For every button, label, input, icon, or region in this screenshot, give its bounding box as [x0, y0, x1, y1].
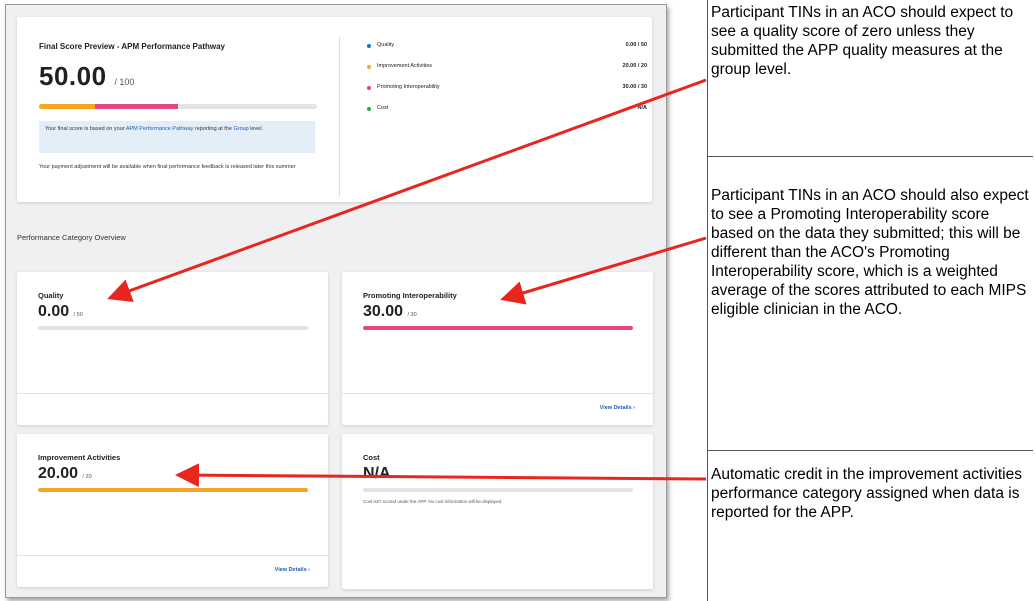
pi-view-details-link[interactable]: View Details ›: [600, 405, 635, 411]
improvement-activities-card-footer: View Details ›: [17, 555, 328, 587]
cost-score: N/A: [363, 465, 391, 482]
quality-card-footer: [17, 393, 328, 425]
promoting-interoperability-dot-icon: [367, 86, 371, 90]
quality-score: 0.00 / 50: [38, 303, 83, 321]
promoting-interoperability-score-number: 30.00: [363, 303, 404, 320]
ia-view-details-link[interactable]: View Details ›: [275, 567, 310, 573]
callout-ia-note: Automatic credit in the improvement acti…: [711, 466, 1022, 521]
cost-title: Cost: [363, 453, 380, 462]
score-breakdown-legend: Quality 0.00 / 50 Improvement Activities…: [367, 41, 647, 125]
final-score-title: Final Score Preview - APM Performance Pa…: [39, 42, 225, 51]
qpp-screenshot: Final Score Preview - APM Performance Pa…: [5, 4, 667, 598]
legend-value: 20.00 / 20: [622, 63, 647, 69]
callout-quality-note: Participant TINs in an ACO should expect…: [711, 4, 1014, 78]
quality-card: Quality 0.00 / 50: [17, 272, 328, 425]
cost-not-scored-note: Cost isn't scored under the APP. No cost…: [363, 499, 503, 504]
quality-score-number: 0.00: [38, 303, 70, 320]
legend-item-cost: Cost N/A: [367, 104, 647, 125]
final-score-bar-ia-segment: [39, 104, 95, 109]
final-score-number: 50.00: [39, 61, 107, 91]
promoting-interoperability-score-denominator: / 30: [407, 312, 417, 318]
legend-value: 30.00 / 30: [622, 84, 647, 90]
cost-card: Cost N/A Cost isn't scored under the APP…: [342, 434, 653, 589]
improvement-activities-progress-bar: [38, 488, 308, 492]
callout-pi-note: Participant TINs in an ACO should also e…: [711, 187, 1029, 318]
improvement-activities-score: 20.00 / 20: [38, 465, 92, 483]
callout-divider: [707, 156, 1033, 157]
quality-progress-bar: [38, 326, 308, 330]
legend-value: 0.00 / 50: [625, 42, 647, 48]
quality-title: Quality: [38, 291, 64, 300]
legend-label: Cost: [377, 105, 389, 111]
legend-label: Quality: [377, 42, 395, 48]
improvement-activities-score-denominator: / 20: [82, 474, 92, 480]
final-score-bar: [39, 104, 317, 109]
promoting-interoperability-title: Promoting Interoperability: [363, 291, 457, 300]
final-score-bar-pi-segment: [94, 104, 178, 109]
final-score-card: Final Score Preview - APM Performance Pa…: [17, 17, 652, 202]
performance-category-overview-heading: Performance Category Overview: [17, 233, 126, 242]
legend-label: Promoting Interoperability: [377, 84, 440, 90]
quality-score-denominator: / 50: [73, 312, 83, 318]
view-details-label: View Details: [274, 567, 307, 573]
promoting-interoperability-card: Promoting Interoperability 30.00 / 30 Vi…: [342, 272, 653, 425]
chevron-right-icon: ›: [633, 405, 635, 411]
note-text-suffix: level.: [248, 126, 264, 132]
promoting-interoperability-score: 30.00 / 30: [363, 303, 417, 321]
payment-adjustment-note: Your payment adjustment will be availabl…: [39, 164, 296, 170]
legend-label: Improvement Activities: [377, 63, 433, 69]
improvement-activities-title: Improvement Activities: [38, 453, 121, 462]
final-score-denominator: / 100: [114, 77, 135, 87]
improvement-activities-card: Improvement Activities 20.00 / 20 View D…: [17, 434, 328, 587]
promoting-interoperability-progress-bar: [363, 326, 633, 330]
note-text-prefix: Your final score is based on your: [45, 126, 126, 132]
score-card-divider: [339, 37, 340, 197]
callout-divider: [707, 450, 1033, 451]
promoting-interoperability-card-footer: View Details ›: [342, 393, 653, 425]
note-text-mid: reporting at the: [193, 126, 234, 132]
chevron-right-icon: ›: [308, 567, 310, 573]
quality-dot-icon: [367, 44, 371, 48]
promoting-interoperability-progress-fill: [363, 326, 633, 330]
improvement-activities-dot-icon: [367, 65, 371, 69]
legend-value: N/A: [637, 105, 647, 111]
legend-item-promoting-interoperability: Promoting Interoperability 30.00 / 30: [367, 83, 647, 104]
legend-item-improvement-activities: Improvement Activities 20.00 / 20: [367, 62, 647, 83]
cost-progress-bar: [363, 488, 633, 492]
group-link[interactable]: Group: [233, 126, 248, 132]
apm-performance-pathway-link[interactable]: APM Performance Pathway: [126, 126, 194, 132]
view-details-label: View Details: [599, 405, 632, 411]
callout-column-border: [707, 0, 708, 601]
improvement-activities-progress-fill: [38, 488, 308, 492]
legend-item-quality: Quality 0.00 / 50: [367, 41, 647, 62]
final-score-info-note: Your final score is based on your APM Pe…: [39, 121, 315, 153]
final-score-value: 50.00 / 100: [39, 61, 134, 92]
improvement-activities-score-number: 20.00: [38, 465, 79, 482]
cost-dot-icon: [367, 107, 371, 111]
